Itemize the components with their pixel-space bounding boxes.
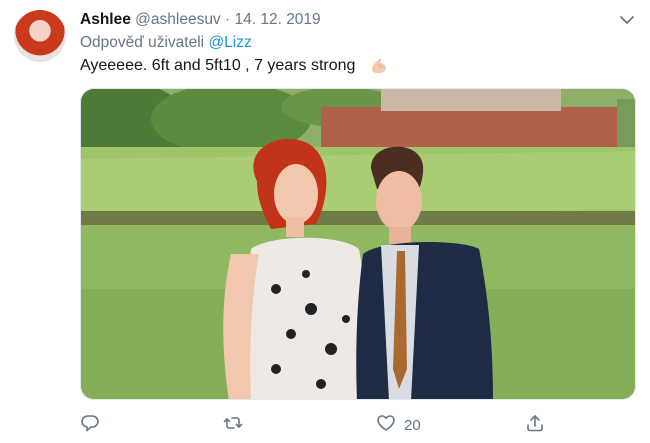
flexed-biceps-emoji (369, 56, 389, 76)
heart-icon (376, 413, 396, 437)
reply-context: Odpověď uživateli @Lizz (80, 34, 252, 52)
reply-prefix: Odpověď uživateli (80, 34, 205, 51)
share-icon (525, 413, 545, 437)
like-button[interactable]: 20 (376, 414, 421, 436)
user-handle[interactable]: @ashleesuv (135, 11, 221, 28)
reply-button[interactable] (80, 414, 100, 436)
user-avatar[interactable] (14, 10, 66, 62)
reply-mention-link[interactable]: @Lizz (208, 34, 251, 51)
chevron-down-icon[interactable] (616, 10, 638, 30)
tweet-header: Ashlee @ashleesuv · 14. 12. 2019 (80, 10, 321, 30)
tweet-date[interactable]: 14. 12. 2019 (234, 11, 320, 28)
separator-dot: · (225, 11, 231, 28)
share-button[interactable] (525, 414, 545, 436)
display-name[interactable]: Ashlee (80, 11, 131, 28)
tweet-text: Ayeeeee. 6ft and 5ft10 , 7 years strong (80, 57, 356, 74)
like-count: 20 (404, 416, 421, 434)
retweet-button[interactable] (223, 414, 243, 436)
tweet-photo[interactable] (80, 88, 636, 400)
reply-icon (80, 413, 100, 437)
tweet-actions: 20 (80, 410, 636, 438)
retweet-icon (223, 413, 243, 437)
